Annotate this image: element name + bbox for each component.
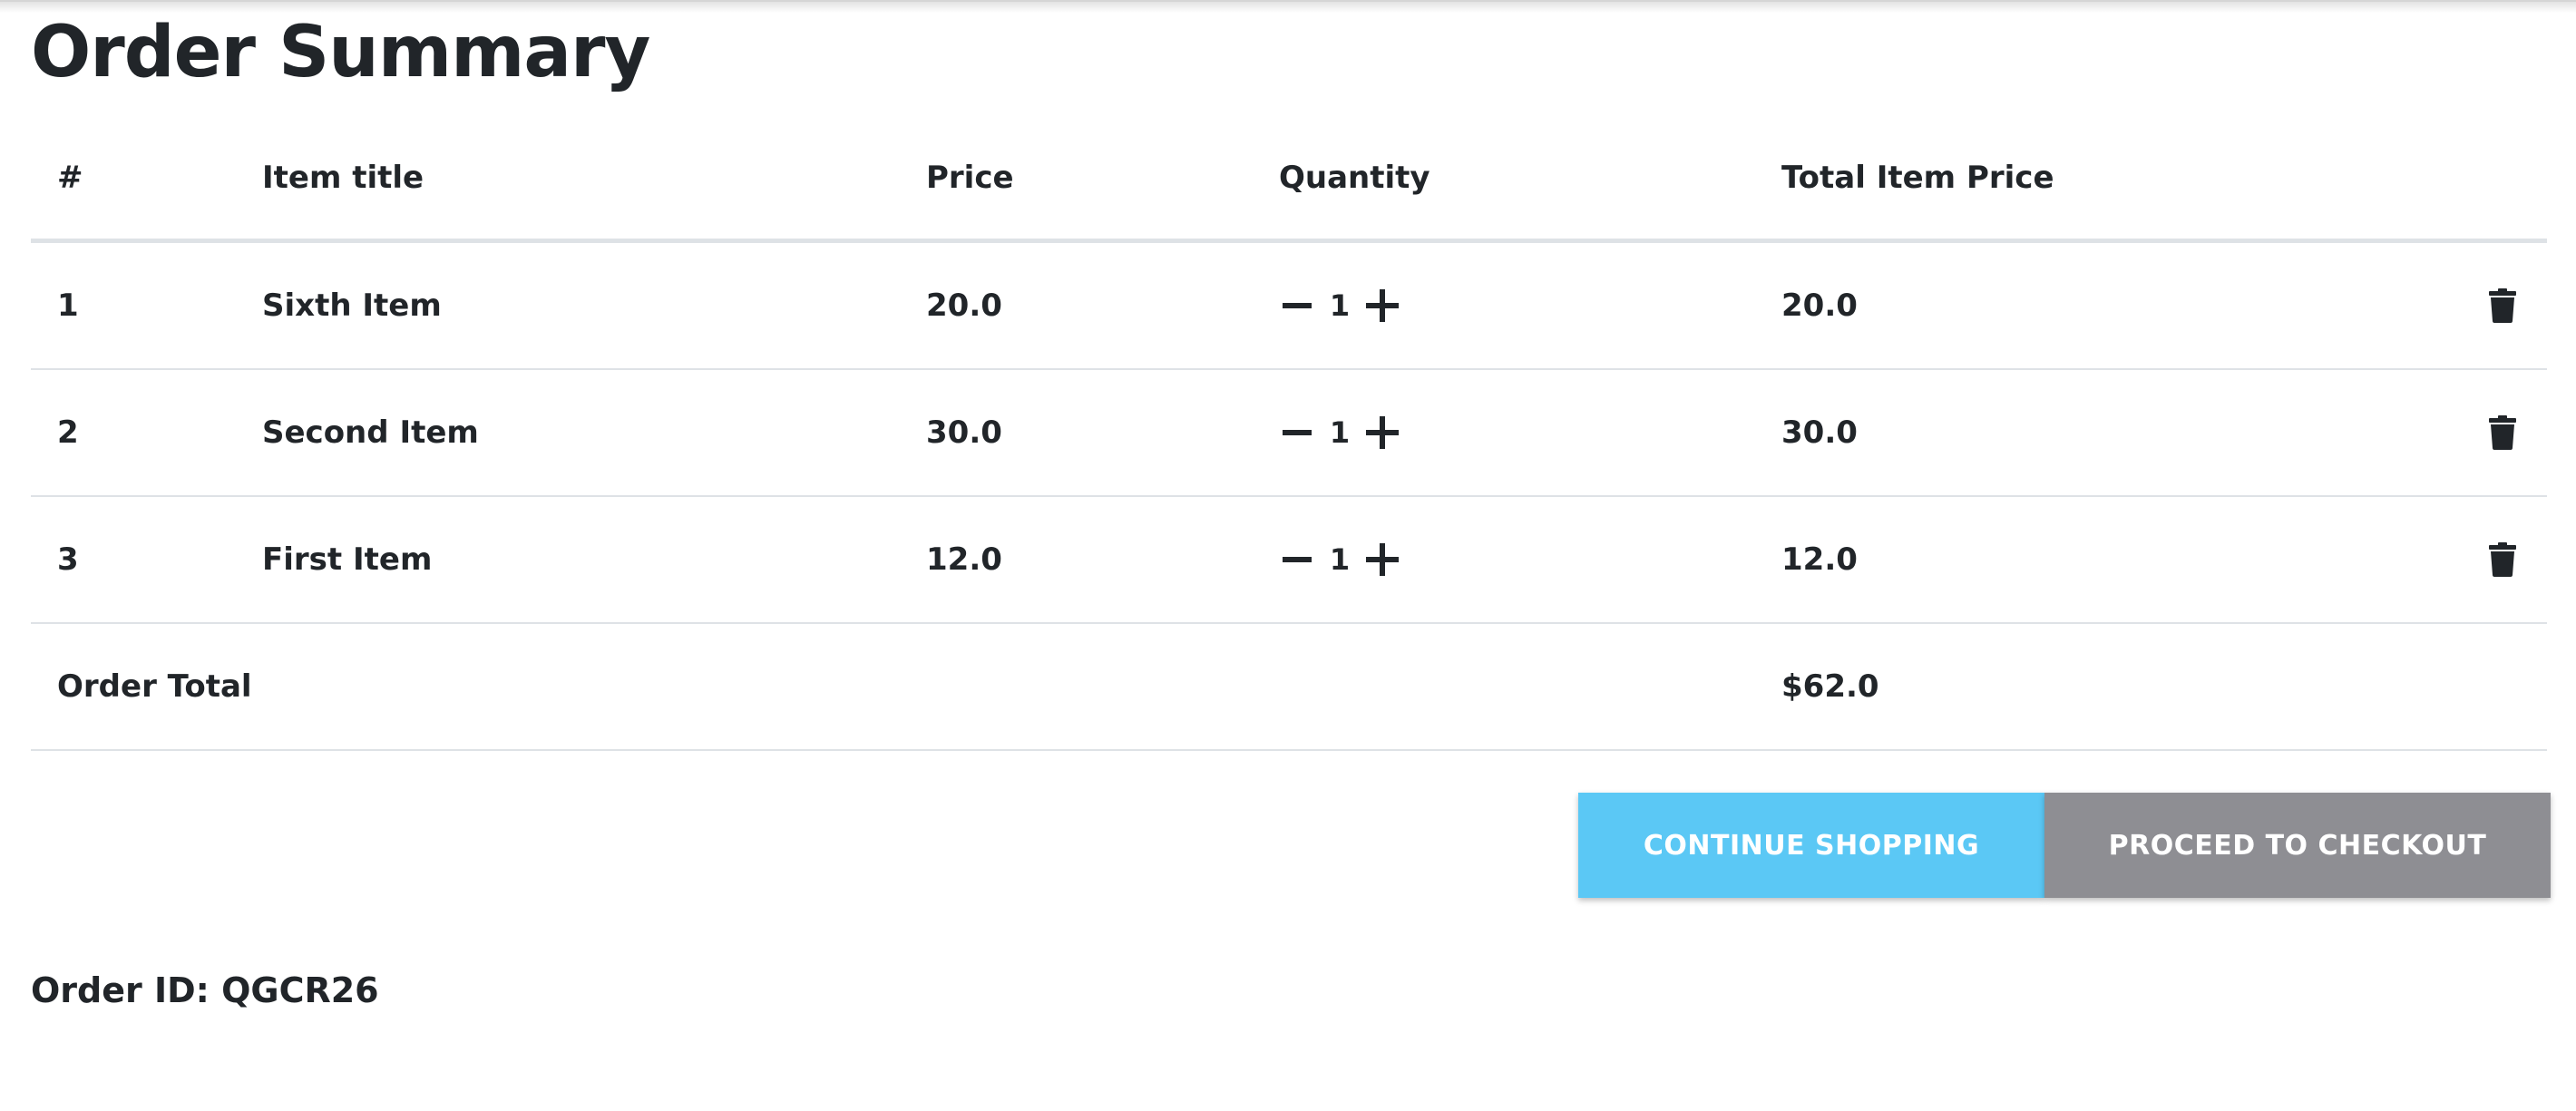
delete-item-button[interactable] [2489, 243, 2516, 368]
trash-icon[interactable] [2489, 288, 2516, 323]
item-price: 30.0 [926, 414, 1002, 451]
page-title: Order Summary [31, 12, 650, 93]
table-header-row: # Item title Price Quantity Total Item P… [31, 116, 2547, 243]
plus-icon[interactable] [1364, 287, 1400, 324]
plus-icon[interactable] [1364, 414, 1400, 451]
cart-actions: CONTINUE SHOPPING PROCEED TO CHECKOUT [1578, 793, 2551, 898]
trash-icon[interactable] [2489, 415, 2516, 450]
minus-icon[interactable] [1279, 541, 1315, 578]
row-number: 3 [57, 541, 79, 578]
minus-icon[interactable] [1279, 287, 1315, 324]
header-item-title: Item title [262, 159, 424, 196]
row-number: 2 [57, 414, 79, 451]
item-total-price: 20.0 [1781, 287, 1858, 324]
continue-shopping-button[interactable]: CONTINUE SHOPPING [1578, 793, 2044, 898]
order-table: # Item title Price Quantity Total Item P… [31, 116, 2547, 751]
header-quantity: Quantity [1279, 159, 1430, 196]
quantity-stepper: 1 [1279, 370, 1400, 495]
order-total-value: $62.0 [1781, 668, 1879, 705]
quantity-value: 1 [1329, 542, 1351, 577]
delete-item-button[interactable] [2489, 370, 2516, 495]
order-id: Order ID: QGCR26 [31, 970, 379, 1010]
item-title: Second Item [262, 414, 479, 451]
item-title: Sixth Item [262, 287, 442, 324]
table-row: 2 Second Item 30.0 1 30.0 [31, 370, 2547, 497]
table-row: 3 First Item 12.0 1 12.0 [31, 497, 2547, 624]
row-number: 1 [57, 287, 79, 324]
quantity-stepper: 1 [1279, 243, 1400, 368]
quantity-value: 1 [1329, 288, 1351, 323]
item-price: 12.0 [926, 541, 1002, 578]
order-total-row: Order Total $62.0 [31, 624, 2547, 751]
item-total-price: 30.0 [1781, 414, 1858, 451]
plus-icon[interactable] [1364, 541, 1400, 578]
minus-icon[interactable] [1279, 414, 1315, 451]
header-number: # [57, 159, 83, 196]
quantity-stepper: 1 [1279, 497, 1400, 622]
header-price: Price [926, 159, 1014, 196]
trash-icon[interactable] [2489, 542, 2516, 577]
header-total-item-price: Total Item Price [1781, 159, 2054, 196]
proceed-to-checkout-button[interactable]: PROCEED TO CHECKOUT [2044, 793, 2551, 898]
table-row: 1 Sixth Item 20.0 1 20.0 [31, 243, 2547, 370]
quantity-value: 1 [1329, 415, 1351, 450]
order-total-label: Order Total [57, 668, 252, 705]
item-total-price: 12.0 [1781, 541, 1858, 578]
item-title: First Item [262, 541, 433, 578]
item-price: 20.0 [926, 287, 1002, 324]
delete-item-button[interactable] [2489, 497, 2516, 622]
